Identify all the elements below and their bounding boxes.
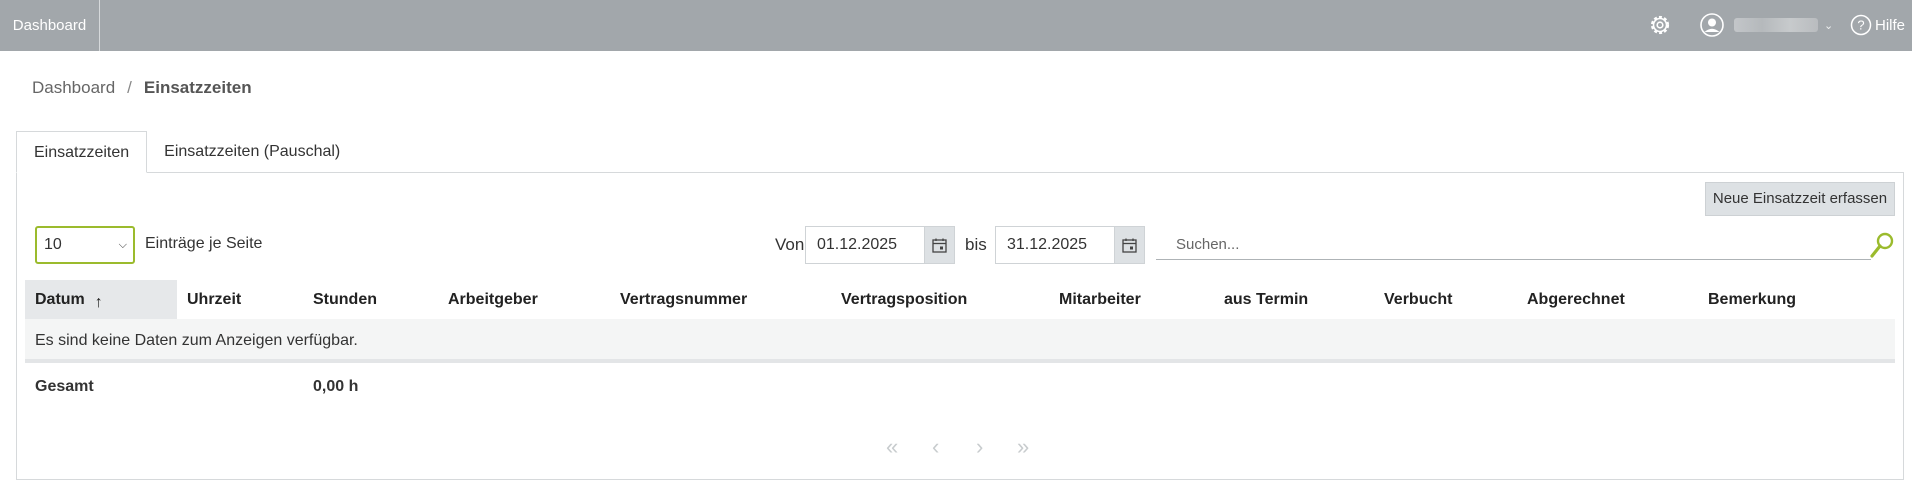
chevron-down-icon: ⌵ bbox=[118, 239, 127, 251]
pager-first-button[interactable]: « bbox=[886, 434, 898, 460]
column-header-vertragsnummer[interactable]: Vertragsnummer bbox=[620, 280, 747, 319]
sort-ascending-icon: ↑ bbox=[94, 294, 103, 311]
column-header-datum[interactable]: Datum ↑ bbox=[25, 280, 177, 319]
user-menu[interactable]: ⌄ bbox=[1700, 12, 1833, 38]
top-bar: Dashboard ⌄ ? Hilfe bbox=[0, 0, 1912, 51]
column-header-vertragsposition[interactable]: Vertragsposition bbox=[841, 280, 967, 319]
chevron-down-icon: ⌄ bbox=[1824, 19, 1834, 32]
column-header-aus-termin[interactable]: aus Termin bbox=[1224, 280, 1308, 319]
table-header: Datum ↑ Uhrzeit Stunden Arbeitgeber Vertr… bbox=[25, 280, 1895, 319]
total-label: Gesamt bbox=[35, 378, 94, 395]
pager-next-button[interactable]: › bbox=[976, 434, 983, 460]
help-label: Hilfe bbox=[1875, 16, 1906, 34]
column-header-label: Datum bbox=[35, 291, 85, 308]
date-to-input[interactable]: 31.12.2025 bbox=[995, 226, 1145, 264]
tab-einsatzzeiten[interactable]: Einsatzzeiten bbox=[16, 131, 148, 173]
user-circle-icon bbox=[1700, 13, 1724, 37]
breadcrumb: Dashboard / Einsatzzeiten bbox=[32, 78, 252, 98]
calendar-icon[interactable] bbox=[1114, 227, 1144, 263]
help-icon: ? bbox=[1850, 14, 1872, 36]
user-name-redacted bbox=[1734, 18, 1818, 32]
pager-prev-button[interactable]: ‹ bbox=[932, 434, 939, 460]
tab-einsatzzeiten-pauschal[interactable]: Einsatzzeiten (Pauschal) bbox=[147, 131, 357, 173]
date-from-value: 01.12.2025 bbox=[817, 236, 898, 253]
date-to-label: bis bbox=[965, 235, 987, 254]
gear-icon[interactable] bbox=[1647, 12, 1673, 38]
empty-table-message: Es sind keine Daten zum Anzeigen verfügb… bbox=[25, 319, 1895, 363]
column-header-arbeitgeber[interactable]: Arbeitgeber bbox=[448, 280, 538, 319]
search-icon[interactable] bbox=[1869, 230, 1895, 260]
breadcrumb-separator: / bbox=[127, 78, 132, 97]
calendar-icon[interactable] bbox=[924, 227, 954, 263]
search-input[interactable] bbox=[1156, 230, 1871, 260]
breadcrumb-dashboard[interactable]: Dashboard bbox=[32, 78, 115, 98]
brand-dashboard-link[interactable]: Dashboard bbox=[0, 0, 100, 51]
column-header-stunden[interactable]: Stunden bbox=[313, 280, 377, 319]
column-header-abgerechnet[interactable]: Abgerechnet bbox=[1527, 280, 1625, 319]
page-size-label: Einträge je Seite bbox=[145, 235, 263, 252]
pager-last-button[interactable]: » bbox=[1017, 434, 1029, 460]
date-from-input[interactable]: 01.12.2025 bbox=[805, 226, 955, 264]
date-from-label: Von bbox=[775, 235, 805, 254]
page-size-value: 10 bbox=[44, 236, 62, 253]
help-link[interactable]: ? Hilfe bbox=[1850, 12, 1905, 38]
new-entry-button[interactable]: Neue Einsatzzeit erfassen bbox=[1705, 182, 1895, 216]
column-header-mitarbeiter[interactable]: Mitarbeiter bbox=[1059, 280, 1141, 319]
date-to-value: 31.12.2025 bbox=[1007, 236, 1088, 253]
column-header-uhrzeit[interactable]: Uhrzeit bbox=[187, 280, 241, 319]
tab-bar: Einsatzzeiten Einsatzzeiten (Pauschal) bbox=[16, 131, 357, 173]
column-header-verbucht[interactable]: Verbucht bbox=[1384, 280, 1452, 319]
breadcrumb-current: Einsatzzeiten bbox=[143, 78, 252, 97]
total-hours-value: 0,00 h bbox=[313, 378, 359, 395]
page-size-select[interactable]: 10 ⌵ bbox=[35, 226, 135, 264]
svg-text:?: ? bbox=[1857, 18, 1864, 33]
column-header-bemerkung[interactable]: Bemerkung bbox=[1708, 280, 1796, 319]
